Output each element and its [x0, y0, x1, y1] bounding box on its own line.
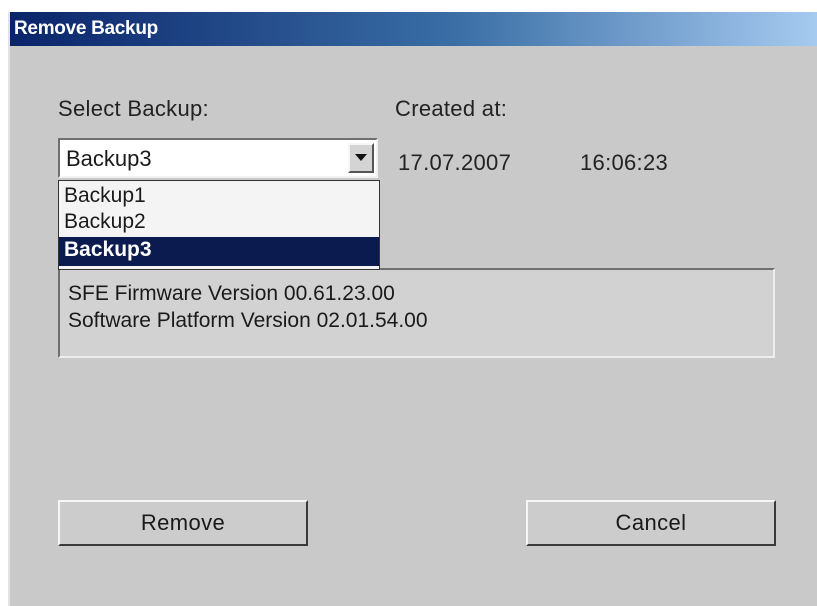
created-date: 17.07.2007	[398, 150, 512, 175]
remove-button[interactable]: Remove	[58, 500, 308, 546]
select-backup-label: Select Backup:	[58, 96, 209, 121]
backup-select-value: Backup3	[66, 146, 152, 171]
backup-info-box: SFE Firmware Version 00.61.23.00 Softwar…	[58, 268, 775, 358]
created-time: 16:06:23	[580, 150, 669, 175]
backup-option-backup3[interactable]: Backup3	[59, 237, 379, 266]
remove-backup-dialog: Remove Backup Select Backup: Created at:…	[8, 12, 817, 606]
firmware-version-text: SFE Firmware Version 00.61.23.00	[68, 282, 395, 305]
dropdown-arrow-button[interactable]	[348, 143, 374, 173]
backup-select-dropdown[interactable]: Backup3	[58, 138, 378, 178]
cancel-button[interactable]: Cancel	[526, 500, 776, 546]
window-title: Remove Backup	[14, 18, 158, 39]
chevron-down-icon	[355, 154, 367, 161]
backup-option-backup2[interactable]: Backup2	[59, 209, 379, 235]
created-at-label: Created at:	[395, 96, 508, 121]
backup-options-list[interactable]: Backup1 Backup2 Backup3	[58, 180, 380, 270]
platform-version-text: Software Platform Version 02.01.54.00	[68, 309, 428, 332]
backup-option-backup1[interactable]: Backup1	[59, 183, 379, 209]
title-bar[interactable]: Remove Backup	[10, 12, 817, 46]
